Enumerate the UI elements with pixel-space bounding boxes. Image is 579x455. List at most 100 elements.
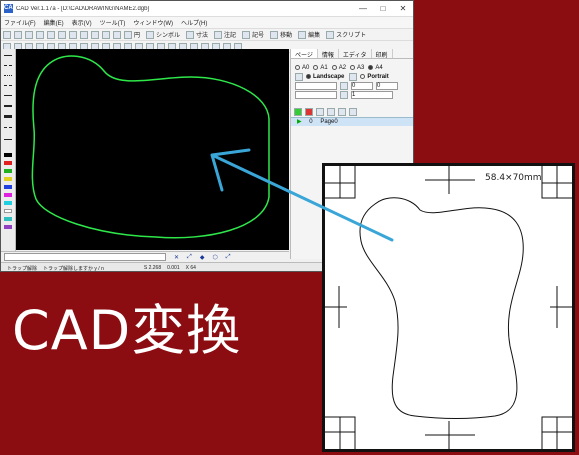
cancel-command-icon[interactable]: ✕	[174, 254, 179, 261]
offset-row: 0 0	[291, 81, 413, 90]
page-down-icon[interactable]	[338, 107, 346, 116]
menu-bar: ファイル(F) 編集(E) 表示(V) ツール(T) ウィンドウ(W) ヘルプ(…	[1, 17, 413, 29]
copy-icon[interactable]	[58, 30, 66, 39]
unit-select[interactable]	[295, 81, 337, 90]
resize-command-icon[interactable]: ⤢	[226, 254, 231, 261]
scale-select[interactable]	[295, 90, 337, 99]
snap-command-icon[interactable]: ◆	[200, 254, 205, 261]
cad-outline-shape	[31, 55, 270, 239]
color-swatch-red[interactable]	[4, 161, 12, 165]
crop-mark-bottom-left	[325, 416, 356, 449]
color-swatch-purple[interactable]	[4, 225, 12, 229]
toolbar-circle[interactable]: 円	[124, 30, 140, 39]
page-list-index: 0	[309, 119, 313, 125]
tab-page[interactable]: ページ	[291, 49, 318, 59]
menu-help[interactable]: ヘルプ(H)	[181, 18, 207, 27]
shape-command-icon[interactable]: ⬡	[212, 254, 217, 261]
page-up-icon[interactable]	[327, 107, 335, 116]
converted-outline-shape	[359, 197, 524, 420]
new-file-icon[interactable]	[3, 30, 11, 39]
color-swatch-teal[interactable]	[4, 217, 12, 221]
menu-tools[interactable]: ツール(T)	[100, 18, 126, 27]
crop-mark-top-right	[541, 166, 572, 199]
menu-edit[interactable]: 編集(E)	[44, 18, 64, 27]
minimize-button[interactable]: —	[353, 4, 373, 13]
menu-window[interactable]: ウィンドウ(W)	[133, 18, 173, 27]
status-left: トラップ解除	[7, 265, 38, 272]
line-style-thin[interactable]	[4, 95, 12, 96]
scale-field[interactable]: 1	[351, 90, 393, 99]
cut-icon[interactable]	[47, 30, 55, 39]
line-style-toolbox	[1, 49, 16, 251]
page-copy-icon[interactable]	[316, 107, 324, 116]
color-swatch-white[interactable]	[4, 209, 12, 213]
command-input[interactable]	[4, 253, 166, 261]
redo-icon[interactable]	[91, 30, 99, 39]
line-style-thick[interactable]	[4, 115, 12, 118]
move-icon	[270, 30, 279, 39]
expand-command-icon[interactable]: ⤢	[187, 254, 192, 261]
radio-landscape[interactable]	[306, 74, 311, 79]
command-bar: ✕ ⤢ ◆ ⬡ ⤢	[1, 251, 289, 262]
toolbar-symbol[interactable]: シンボル	[146, 30, 180, 39]
radio-a2[interactable]	[331, 65, 337, 70]
open-file-icon[interactable]	[14, 30, 22, 39]
radio-a4[interactable]	[368, 65, 374, 70]
grid-icon[interactable]	[113, 30, 121, 39]
color-swatch-green[interactable]	[4, 169, 12, 173]
landscape-icon	[295, 72, 303, 81]
color-swatch-magenta[interactable]	[4, 193, 12, 197]
line-style-solid[interactable]	[4, 55, 12, 56]
toolbar-note[interactable]: 注記	[214, 30, 236, 39]
crop-mark-top-left	[325, 166, 356, 199]
toolbar-dimension[interactable]: 寸法	[186, 30, 208, 39]
toolbar-move[interactable]: 移動	[270, 30, 292, 39]
save-icon[interactable]	[25, 30, 33, 39]
offset-y-field[interactable]: 0	[376, 81, 398, 90]
undo-icon[interactable]	[80, 30, 88, 39]
color-swatch-blue[interactable]	[4, 185, 12, 189]
page-list-name: Page0	[320, 119, 338, 125]
radio-portrait[interactable]	[360, 74, 366, 79]
cad-conversion-label: CAD変換	[12, 299, 242, 362]
line-style-dotted[interactable]	[4, 75, 12, 76]
status-coord: 0.001	[167, 265, 180, 271]
offset-icon	[340, 81, 348, 90]
center-mark-top	[425, 166, 475, 194]
drawing-canvas[interactable]	[16, 49, 289, 250]
tab-print[interactable]: 印刷	[372, 49, 393, 59]
center-mark-bottom	[425, 421, 475, 449]
line-style-medium[interactable]	[4, 105, 12, 107]
delete-page-icon[interactable]	[305, 107, 313, 116]
toolbar-mark[interactable]: 記号	[242, 30, 264, 39]
line-style-dashed[interactable]	[4, 65, 12, 66]
zoom-icon[interactable]	[102, 30, 110, 39]
menu-view[interactable]: 表示(V)	[72, 18, 92, 27]
tab-info[interactable]: 情報	[318, 49, 339, 59]
color-swatch-yellow[interactable]	[4, 177, 12, 181]
paste-icon[interactable]	[69, 30, 77, 39]
maximize-button[interactable]: □	[373, 4, 393, 13]
page-list-item[interactable]: ▶ 0 Page0	[291, 117, 413, 126]
toolbar-script[interactable]: スクリプト	[326, 30, 366, 39]
add-page-icon[interactable]	[294, 107, 302, 116]
menu-file[interactable]: ファイル(F)	[4, 18, 36, 27]
line-style-hidden[interactable]	[4, 139, 12, 140]
print-icon[interactable]	[36, 30, 44, 39]
color-swatch-cyan[interactable]	[4, 201, 12, 205]
line-style-center[interactable]	[4, 127, 12, 128]
color-swatch-black[interactable]	[4, 153, 12, 157]
tab-editor[interactable]: エディタ	[339, 49, 372, 59]
offset-x-field[interactable]: 0	[351, 81, 373, 90]
radio-a0[interactable]	[295, 65, 300, 70]
radio-a3[interactable]	[350, 65, 356, 70]
script-icon	[326, 30, 335, 39]
page-settings-icon[interactable]	[349, 107, 357, 116]
page-toolbar	[291, 107, 413, 116]
close-button[interactable]: ✕	[393, 4, 413, 13]
command-icons: ✕ ⤢ ◆ ⬡ ⤢	[174, 254, 239, 261]
radio-a1[interactable]	[313, 65, 319, 70]
crop-mark-bottom-right	[541, 416, 572, 449]
toolbar-edit[interactable]: 編集	[298, 30, 320, 39]
line-style-dashdot[interactable]	[4, 85, 12, 86]
